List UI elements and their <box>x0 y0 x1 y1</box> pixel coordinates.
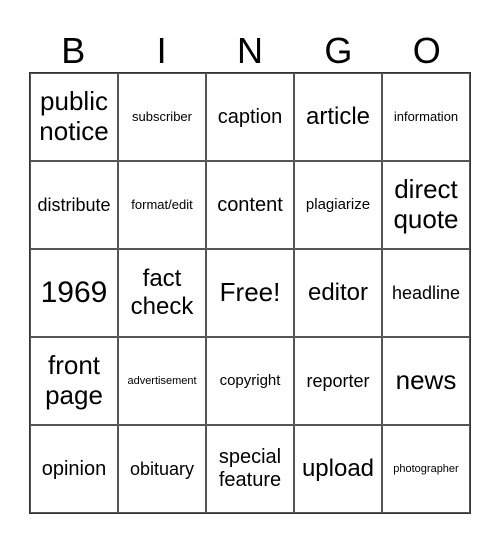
header-letter-b: B <box>61 30 86 71</box>
bingo-cell[interactable]: subscriber <box>118 73 206 161</box>
bingo-cell[interactable]: fact check <box>118 249 206 337</box>
header-letter-o: O <box>412 30 441 71</box>
bingo-cell[interactable]: caption <box>206 73 294 161</box>
header-letter-i: I <box>156 30 167 71</box>
bingo-cell[interactable]: content <box>206 161 294 249</box>
bingo-cell[interactable]: copyright <box>206 337 294 425</box>
bingo-grid: public notice subscriber caption article… <box>29 72 471 514</box>
bingo-cell[interactable]: photographer <box>382 425 470 513</box>
header-letter-n: N <box>236 30 263 71</box>
bingo-cell[interactable]: 1969 <box>30 249 118 337</box>
bingo-cell[interactable]: public notice <box>30 73 118 161</box>
bingo-cell[interactable]: special feature <box>206 425 294 513</box>
bingo-cell[interactable]: headline <box>382 249 470 337</box>
bingo-header: B I N G O <box>29 30 471 72</box>
bingo-cell[interactable]: direct quote <box>382 161 470 249</box>
bingo-cell[interactable]: editor <box>294 249 382 337</box>
bingo-cell[interactable]: plagiarize <box>294 161 382 249</box>
bingo-cell[interactable]: reporter <box>294 337 382 425</box>
bingo-cell[interactable]: front page <box>30 337 118 425</box>
free-space-cell[interactable]: Free! <box>206 249 294 337</box>
bingo-cell[interactable]: news <box>382 337 470 425</box>
bingo-cell[interactable]: advertisement <box>118 337 206 425</box>
bingo-cell[interactable]: opinion <box>30 425 118 513</box>
bingo-cell[interactable]: article <box>294 73 382 161</box>
bingo-cell[interactable]: obituary <box>118 425 206 513</box>
bingo-cell[interactable]: distribute <box>30 161 118 249</box>
bingo-cell[interactable]: format/edit <box>118 161 206 249</box>
bingo-cell[interactable]: information <box>382 73 470 161</box>
bingo-cell[interactable]: upload <box>294 425 382 513</box>
header-letter-g: G <box>324 30 353 71</box>
